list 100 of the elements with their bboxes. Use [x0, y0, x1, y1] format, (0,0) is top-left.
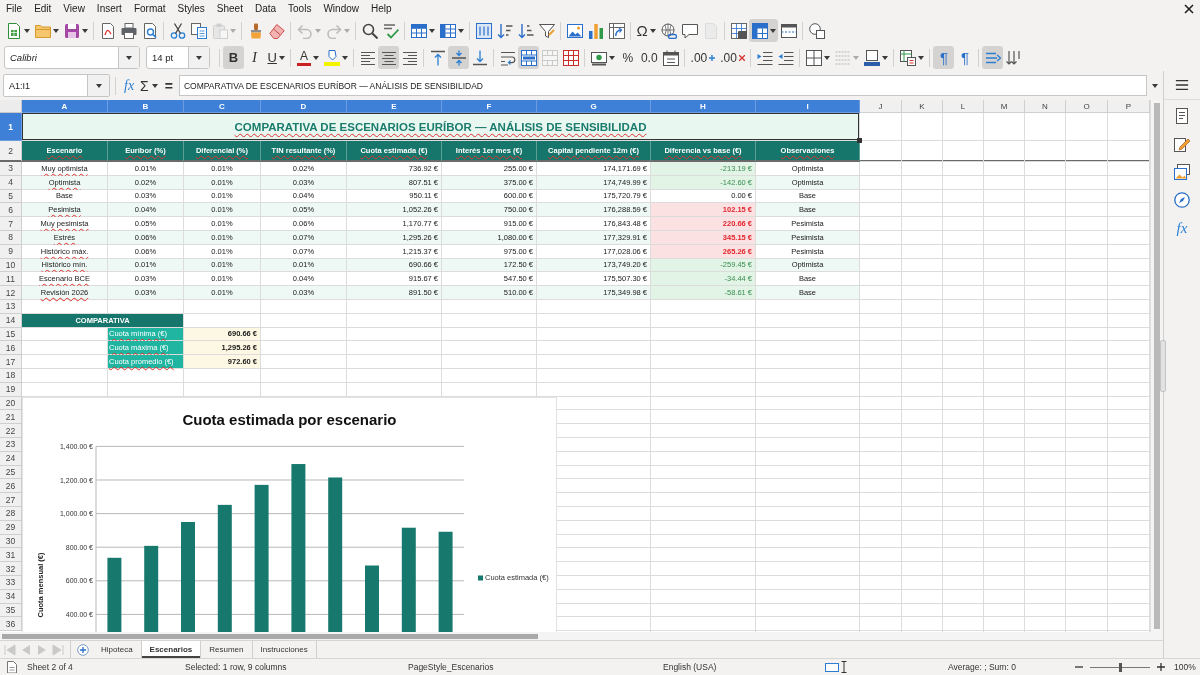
caret-icon	[23, 28, 30, 33]
column-label[interactable]: P	[1108, 100, 1150, 113]
row-number[interactable]: 31	[0, 548, 22, 563]
add-decimal-button[interactable]: .00	[688, 46, 718, 69]
column-label[interactable]: N	[1025, 100, 1066, 113]
menu-item[interactable]: Sheet	[210, 0, 249, 17]
sidebar-handle[interactable]	[1160, 340, 1166, 392]
column-label[interactable]: L	[943, 100, 984, 113]
row-number[interactable]: 3	[0, 162, 22, 176]
table-row-icon	[410, 22, 427, 39]
document-magnifier-icon	[141, 22, 158, 39]
row-number[interactable]: 36	[0, 617, 22, 632]
sheet-tab[interactable]: Escenarios	[141, 641, 202, 658]
text-left-to-right-button[interactable]	[982, 46, 1004, 69]
formula-input[interactable]: COMPARATIVA DE ESCENARIOS EURÍBOR — ANÁLISIS DE SENSIBILIDAD	[178, 75, 1147, 96]
pencil-page-icon[interactable]	[1174, 136, 1190, 152]
sheet-title: COMPARATIVA DE ESCENARIOS EURÍBOR — ANÁLISIS DE SENSIBILIDAD	[22, 113, 860, 141]
document-lines-icon[interactable]	[1174, 108, 1190, 124]
row-number[interactable]: 7	[0, 217, 22, 231]
column-label[interactable]: J	[860, 100, 902, 113]
align-middle-icon	[450, 49, 467, 66]
font-size-field[interactable]: 14 pt	[146, 46, 210, 69]
menu-item[interactable]: Window	[317, 0, 365, 17]
row-number[interactable]: 6	[0, 203, 22, 218]
menu-icon[interactable]	[1175, 78, 1189, 92]
caret-icon	[81, 28, 88, 33]
column-label[interactable]: B	[108, 100, 184, 113]
font-color-button[interactable]: A	[294, 46, 322, 69]
underline-button[interactable]: U	[265, 46, 288, 69]
number-format-button[interactable]: 0.0	[638, 46, 661, 69]
menu-item[interactable]: Tools	[282, 0, 318, 17]
caret-icon	[95, 83, 102, 88]
function-wizard-button[interactable]: fx	[121, 78, 138, 93]
color-bar-icon	[296, 62, 311, 66]
font-name-field[interactable]: Calibri	[4, 46, 140, 69]
menu-item[interactable]: View	[57, 0, 91, 17]
menu-item[interactable]: Format	[127, 0, 172, 17]
column-label[interactable]: O	[1066, 100, 1108, 113]
menu-item[interactable]: Data	[248, 0, 283, 17]
column-label[interactable]: D	[261, 100, 347, 113]
column-bars-icon	[475, 22, 492, 39]
row-number[interactable]: 26	[0, 479, 22, 494]
overlapping-tables-icon	[899, 49, 916, 66]
freeze-rows-button[interactable]	[749, 19, 779, 42]
column-label[interactable]: E	[347, 100, 442, 113]
chart-title: Cuota estimada por escenario	[182, 410, 397, 428]
align-center-button[interactable]	[378, 46, 400, 69]
merge-center-button[interactable]	[518, 46, 540, 69]
menu-item[interactable]: Insert	[90, 0, 128, 17]
bold-button[interactable]: B	[223, 46, 244, 69]
fill-handle-icon[interactable]	[857, 138, 862, 143]
row-number[interactable]: 27	[0, 493, 22, 507]
row-number[interactable]: 1	[0, 113, 22, 141]
column-label[interactable]: G	[537, 100, 651, 113]
center-vertically-button[interactable]	[448, 46, 470, 69]
vertical-scrollbar[interactable]	[1150, 100, 1163, 632]
zoom-level[interactable]: 100%	[1174, 662, 1196, 672]
functions-tab[interactable]: fx	[1176, 220, 1188, 236]
formula-button[interactable]: =	[160, 78, 177, 93]
compass-icon[interactable]	[1174, 192, 1190, 208]
italic-button[interactable]: I	[244, 46, 265, 69]
column-label[interactable]: H	[651, 100, 756, 113]
column-label[interactable]: M	[984, 100, 1025, 113]
line-style-icon	[834, 49, 851, 66]
bar-chart-icon	[587, 22, 604, 39]
menu-item[interactable]: Help	[365, 0, 398, 17]
column-label[interactable]: C	[184, 100, 261, 113]
plus-icon[interactable]	[1157, 663, 1165, 671]
column-label[interactable]: K	[902, 100, 943, 113]
menu-item[interactable]: Styles	[171, 0, 211, 17]
row-number[interactable]: 11	[0, 272, 22, 287]
sum-button[interactable]: Σ	[137, 77, 161, 94]
row-number[interactable]: 16	[0, 341, 22, 356]
caret-icon	[312, 55, 319, 60]
name-box[interactable]: A1:I1	[3, 74, 110, 97]
printer-icon	[120, 22, 137, 39]
menu-item[interactable]: Edit	[28, 0, 58, 17]
row-number[interactable]: 32	[0, 562, 22, 576]
add-sheet-icon[interactable]	[77, 643, 89, 656]
images-icon[interactable]	[1174, 164, 1190, 180]
border-color-icon	[863, 49, 880, 66]
image-icon	[566, 22, 583, 39]
special-character-button[interactable]: Ω	[634, 19, 659, 42]
row-number[interactable]: 2	[0, 141, 22, 162]
align-left-icon	[359, 49, 376, 66]
percent-format-button[interactable]: %	[617, 46, 639, 69]
minus-icon[interactable]	[1075, 663, 1083, 671]
row-number[interactable]: 22	[0, 424, 22, 438]
grid-icon	[730, 22, 747, 39]
column-label[interactable]: I	[756, 100, 860, 113]
menu-item[interactable]: File	[0, 0, 29, 17]
row-number[interactable]: 12	[0, 286, 22, 300]
column-label[interactable]: A	[22, 100, 108, 113]
column-label[interactable]: F	[442, 100, 537, 113]
slider-thumb[interactable]	[1118, 662, 1122, 672]
row-number[interactable]: 21	[0, 410, 22, 425]
close-icon[interactable]	[1184, 4, 1194, 14]
delete-decimal-button[interactable]: .00	[717, 46, 748, 69]
right-to-left-button[interactable]: ¶	[954, 46, 976, 69]
row-number[interactable]: 17	[0, 355, 22, 369]
